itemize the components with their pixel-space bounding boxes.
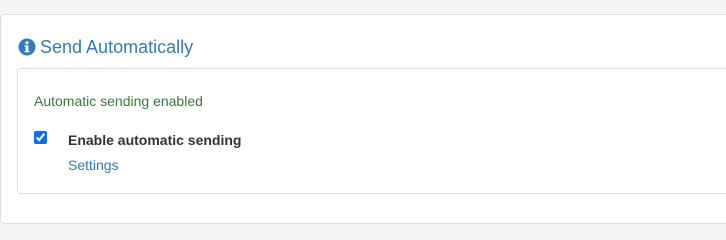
send-automatically-panel: Send Automatically Automatic sending ena…: [0, 14, 726, 224]
enable-automatic-sending-checkbox[interactable]: [34, 131, 47, 144]
settings-link[interactable]: Settings: [68, 156, 119, 174]
section-title: Send Automatically: [40, 37, 194, 57]
status-message: Automatic sending enabled: [34, 93, 203, 109]
info-icon: [18, 38, 36, 56]
auto-send-checkbox-row: [34, 131, 47, 144]
enable-automatic-sending-label[interactable]: Enable automatic sending: [68, 131, 241, 149]
section-header: Send Automatically: [18, 37, 193, 57]
auto-send-body: Automatic sending enabled Enable automat…: [17, 68, 726, 194]
